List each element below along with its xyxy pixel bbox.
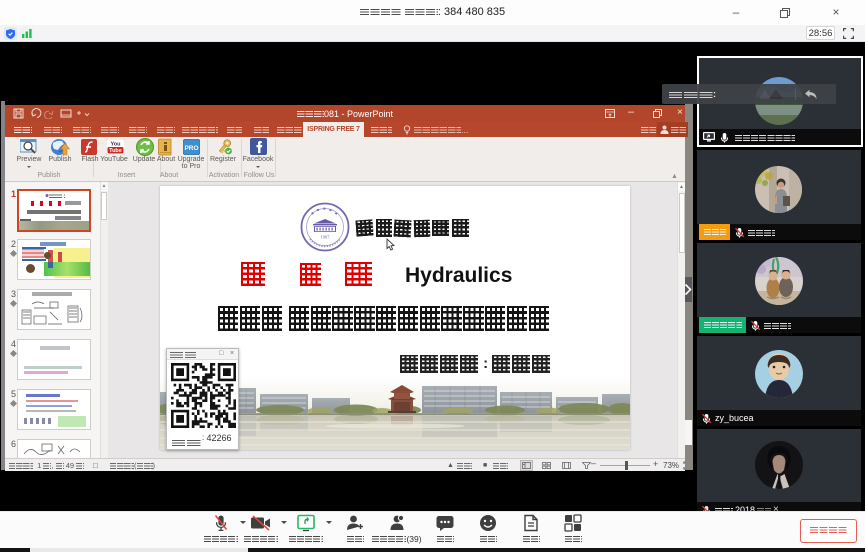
svg-text:You: You xyxy=(111,142,121,148)
svg-text:PRO: PRO xyxy=(184,145,198,152)
svg-text:1907: 1907 xyxy=(321,235,331,240)
svg-text:Tube: Tube xyxy=(109,148,122,154)
